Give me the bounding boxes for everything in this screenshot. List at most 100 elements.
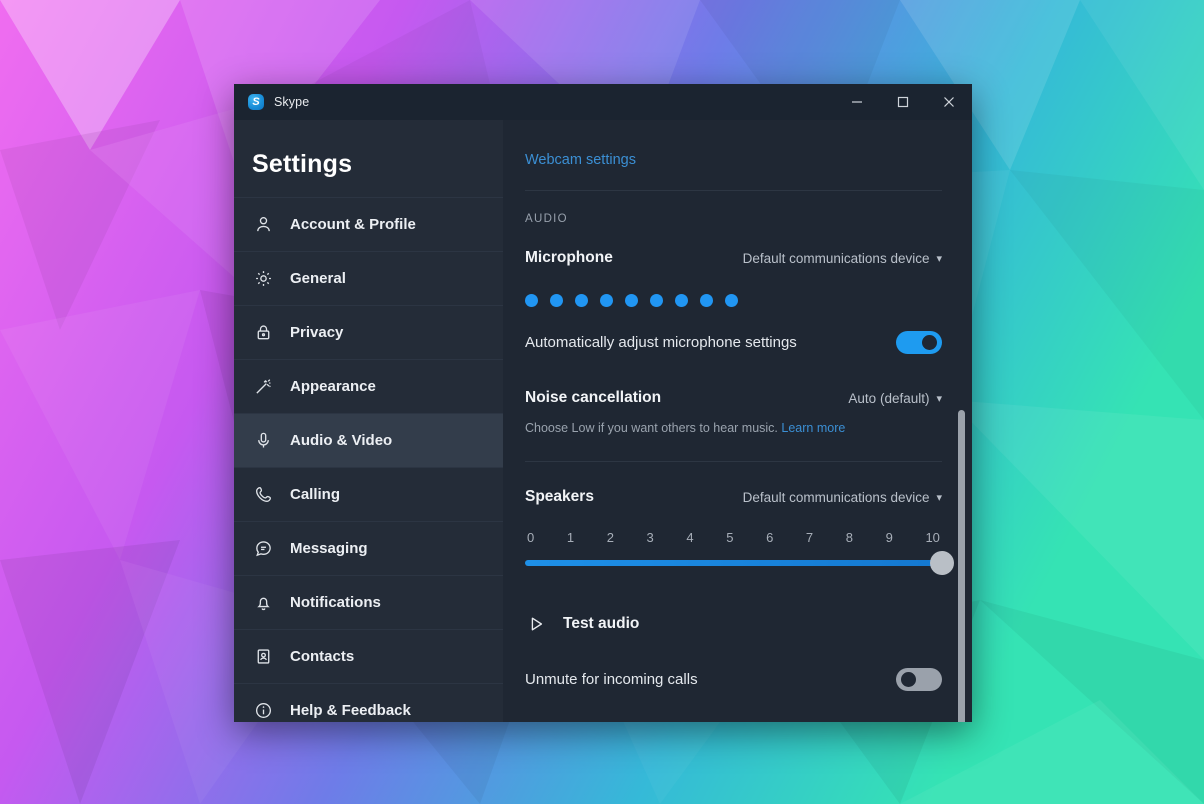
webcam-settings-link[interactable]: Webcam settings (525, 120, 636, 190)
page-title: Settings (252, 150, 353, 178)
sidebar-item-label: Audio & Video (290, 432, 393, 449)
info-circle-icon (252, 700, 274, 722)
chevron-down-icon: ▾ (936, 252, 942, 265)
minimize-icon[interactable] (834, 84, 880, 120)
auto-adjust-mic-toggle[interactable] (896, 330, 942, 354)
microphone-row: Microphone Default communications device… (525, 241, 942, 275)
noise-cancellation-row: Noise cancellation Auto (default) ▾ (525, 381, 942, 415)
sidebar-item-privacy[interactable]: Privacy (234, 305, 503, 359)
mic-level-dot (575, 294, 588, 307)
scale-tick: 3 (646, 530, 654, 545)
skype-logo-icon: S (248, 94, 264, 110)
sidebar-item-label: Calling (290, 486, 341, 503)
maximize-icon[interactable] (880, 84, 926, 120)
auto-adjust-mic-label: Automatically adjust microphone settings (525, 333, 797, 351)
phone-icon (252, 484, 274, 506)
sidebar-item-calling[interactable]: Calling (234, 467, 503, 521)
noise-cancellation-help-text: Choose Low if you want others to hear mu… (525, 421, 778, 435)
scale-tick: 10 (925, 530, 940, 545)
contact-card-icon (252, 646, 274, 668)
mic-level-dot (650, 294, 663, 307)
microphone-device-value: Default communications device (742, 250, 930, 266)
mic-level-dot (675, 294, 688, 307)
learn-more-link[interactable]: Learn more (781, 421, 845, 435)
scale-tick: 4 (686, 530, 694, 545)
unmute-incoming-row: Unmute for incoming calls (525, 657, 942, 701)
window-title: Skype (274, 95, 310, 109)
microphone-level-meter (525, 275, 942, 321)
speakers-device-value: Default communications device (742, 489, 930, 505)
scale-tick: 7 (805, 530, 814, 545)
sidebar-item-audio-video[interactable]: Audio & Video (234, 413, 503, 467)
sidebar-item-general[interactable]: General (234, 251, 503, 305)
mic-level-dot (625, 294, 638, 307)
content-scrollbar[interactable] (957, 120, 966, 722)
skype-settings-window: S Skype Settings Account & Profile Gener… (234, 84, 972, 722)
scale-tick: 2 (606, 530, 614, 545)
microphone-label: Microphone (525, 249, 613, 266)
speakers-device-dropdown[interactable]: Default communications device ▾ (743, 490, 942, 505)
noise-cancellation-help: Choose Low if you want others to hear mu… (525, 415, 942, 435)
lock-icon (252, 322, 274, 344)
gear-icon (252, 268, 274, 290)
speaker-volume-slider[interactable] (525, 551, 954, 575)
settings-sidebar: Settings Account & Profile General Priva… (234, 120, 503, 722)
toggle-knob (922, 334, 937, 350)
scale-tick: 8 (845, 530, 853, 545)
test-audio-button[interactable]: Test audio (525, 609, 942, 639)
sidebar-item-help-feedback[interactable]: Help & Feedback (234, 683, 503, 722)
mic-level-dot (725, 294, 738, 307)
scale-tick: 5 (726, 530, 734, 545)
unmute-incoming-label: Unmute for incoming calls (525, 670, 698, 688)
scale-tick: 9 (885, 530, 893, 545)
close-icon[interactable] (926, 84, 972, 120)
audio-section-label: AUDIO (525, 213, 568, 225)
auto-adjust-mic-row: Automatically adjust microphone settings (525, 321, 942, 363)
mic-level-dot (700, 294, 713, 307)
window-titlebar[interactable]: S Skype (234, 84, 972, 120)
mic-level-dot (600, 294, 613, 307)
play-icon (525, 615, 547, 633)
chevron-down-icon: ▾ (936, 392, 942, 405)
sidebar-item-label: Contacts (290, 648, 355, 665)
sidebar-item-label: Privacy (290, 324, 344, 341)
sidebar-item-label: Messaging (290, 540, 368, 557)
speakers-row: Speakers Default communications device ▾ (525, 480, 942, 514)
settings-content-pane: Webcam settings AUDIO Microphone Default… (503, 120, 972, 722)
sidebar-item-messaging[interactable]: Messaging (234, 521, 503, 575)
sidebar-item-label: Account & Profile (290, 216, 416, 233)
sidebar-item-appearance[interactable]: Appearance (234, 359, 503, 413)
unmute-incoming-toggle[interactable] (896, 667, 942, 691)
microphone-icon (252, 430, 274, 452)
scrollbar-thumb[interactable] (958, 410, 965, 722)
scale-tick: 0 (527, 530, 535, 545)
microphone-device-dropdown[interactable]: Default communications device ▾ (743, 251, 942, 266)
mic-level-dot (525, 294, 538, 307)
speakers-label: Speakers (525, 488, 594, 505)
scale-tick: 1 (566, 530, 575, 545)
toggle-knob (901, 671, 916, 687)
sidebar-item-notifications[interactable]: Notifications (234, 575, 503, 629)
slider-fill (525, 560, 942, 566)
sidebar-item-account-profile[interactable]: Account & Profile (234, 197, 503, 251)
window-body: Settings Account & Profile General Priva… (234, 120, 972, 722)
noise-cancellation-dropdown[interactable]: Auto (default) ▾ (848, 391, 942, 406)
chat-bubble-icon (252, 538, 274, 560)
chevron-down-icon: ▾ (936, 491, 942, 504)
slider-thumb[interactable] (930, 551, 954, 575)
window-controls (834, 84, 972, 120)
noise-cancellation-label: Noise cancellation (525, 389, 662, 406)
mic-level-dot (550, 294, 563, 307)
noise-cancellation-value: Auto (default) (848, 390, 930, 406)
bell-icon (252, 592, 274, 614)
sidebar-item-label: General (290, 270, 346, 287)
magic-wand-icon (252, 376, 274, 398)
volume-scale: 0 1 2 3 4 5 6 7 8 9 10 (525, 514, 942, 551)
sidebar-item-label: Notifications (290, 594, 381, 611)
ring-additional-row: Ring on additional device (525, 719, 942, 722)
test-audio-label: Test audio (563, 615, 640, 632)
scale-tick: 6 (766, 530, 774, 545)
sidebar-item-label: Help & Feedback (290, 702, 411, 719)
sidebar-item-contacts[interactable]: Contacts (234, 629, 503, 683)
slider-track (525, 560, 942, 566)
